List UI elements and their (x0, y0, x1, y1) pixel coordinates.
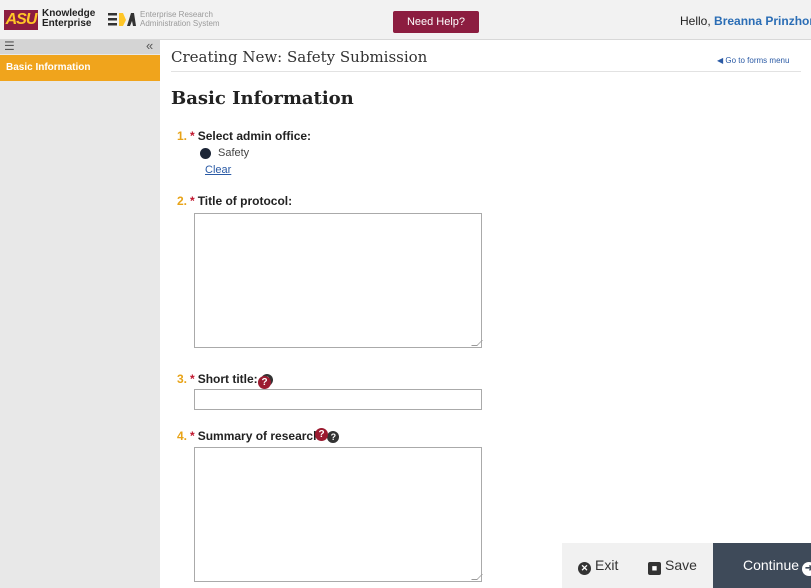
arrow-right-circle-icon: ➜ (802, 562, 811, 576)
radio-selected-icon[interactable] (200, 148, 211, 159)
top-bar: ASU Knowledge Enterprise Enterprise Rese… (0, 0, 811, 40)
asu-logo[interactable]: ASU (4, 10, 38, 30)
clear-link[interactable]: Clear (205, 164, 231, 176)
caret-left-icon: ◀ (717, 56, 724, 65)
error-icon[interactable]: ? (258, 376, 271, 389)
main-content: Creating New: Safety Submission ◀ Go to … (160, 40, 811, 588)
save-button[interactable]: ■ Save (648, 543, 697, 588)
title-divider (171, 71, 801, 72)
question-1-label: 1. * Select admin office: (177, 129, 312, 143)
error-icon[interactable]: ? (315, 428, 328, 441)
user-name-link[interactable]: Breanna Prinzhorn (714, 14, 811, 28)
hamburger-icon[interactable]: ☰ (4, 40, 15, 52)
greeting-text: Hello, (680, 14, 711, 28)
help-icon[interactable]: ? (327, 431, 340, 443)
close-circle-icon: ✕ (578, 562, 591, 575)
era-logo-icon (108, 13, 136, 26)
resize-handle-icon[interactable] (471, 340, 483, 346)
title-of-protocol-textarea[interactable] (194, 213, 483, 348)
need-help-button[interactable]: Need Help? (393, 11, 479, 33)
summary-of-research-textarea[interactable] (194, 447, 483, 582)
user-greeting: Hello, Breanna Prinzhorn (680, 14, 811, 28)
sidebar: ☰ « Basic Information (0, 39, 160, 588)
continue-button[interactable]: Continue ➜ (713, 543, 811, 588)
section-title: Basic Information (171, 88, 354, 109)
double-chevron-left-icon[interactable]: « (146, 39, 153, 52)
sidebar-header: ☰ « (0, 39, 160, 54)
go-to-forms-menu-link[interactable]: ◀ Go to forms menu (717, 56, 789, 65)
resize-handle-icon[interactable] (471, 574, 483, 580)
short-title-input[interactable] (194, 389, 482, 410)
exit-button[interactable]: ✕ Exit (578, 543, 618, 588)
knowledge-enterprise-logo: Knowledge Enterprise (42, 8, 96, 29)
page-title: Creating New: Safety Submission (171, 48, 428, 66)
floppy-disk-icon: ■ (648, 562, 661, 575)
question-2-label: 2. * Title of protocol: (177, 194, 293, 208)
era-logo-text: Enterprise Research Administration Syste… (140, 10, 220, 28)
sidebar-item-basic-information[interactable]: Basic Information (0, 55, 160, 81)
